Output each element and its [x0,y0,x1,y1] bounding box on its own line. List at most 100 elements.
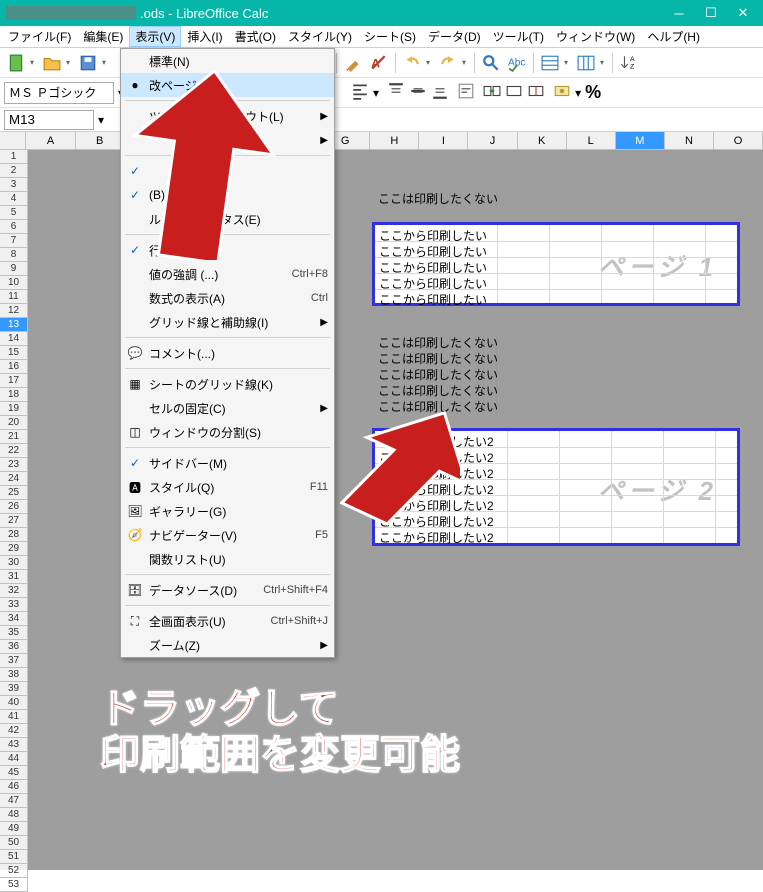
menu-format[interactable]: 書式(O) [229,26,282,47]
menu-item[interactable]: グリッド線と補助線(I)▶ [121,310,334,334]
row-hdr[interactable]: 14 [0,332,28,346]
row-hdr[interactable]: 26 [0,500,28,514]
row-hdr[interactable]: 3 [0,178,28,192]
menu-style[interactable]: スタイル(Y) [282,26,358,47]
new-doc-icon[interactable] [4,51,28,75]
row-hdr[interactable]: 45 [0,766,28,780]
col-hdr[interactable]: A [26,132,75,150]
row-hdr[interactable]: 38 [0,668,28,682]
row-hdr[interactable]: 5 [0,206,28,220]
row-hdr[interactable]: 31 [0,570,28,584]
row-hdr[interactable]: 47 [0,794,28,808]
row-hdr[interactable]: 25 [0,486,28,500]
row-hdr[interactable]: 19 [0,402,28,416]
align-left-icon[interactable] [351,82,369,103]
name-box[interactable] [4,110,94,130]
menu-sheet[interactable]: シート(S) [358,26,422,47]
row-hdr[interactable]: 50 [0,836,28,850]
row-hdr[interactable]: 29 [0,542,28,556]
row-hdr[interactable]: 13 [0,318,28,332]
col-icon[interactable] [574,51,598,75]
menu-item[interactable]: 🗄データソース(D)Ctrl+Shift+F4 [121,578,334,602]
col-hdr[interactable]: B [76,132,125,150]
menu-item[interactable]: セルの固定(C)▶ [121,396,334,420]
print-range-1[interactable]: ページ 1 ここから印刷したいここから印刷したいここから印刷したいここから印刷し… [372,222,740,306]
row-hdr[interactable]: 37 [0,654,28,668]
menu-view[interactable]: 表示(V) [129,26,181,47]
find-icon[interactable] [479,51,503,75]
col-hdr[interactable]: I [419,132,468,150]
col-hdr[interactable]: O [714,132,763,150]
row-hdr[interactable]: 36 [0,640,28,654]
col-hdr[interactable]: L [567,132,616,150]
spellcheck-icon[interactable]: Abc [505,51,529,75]
row-hdr[interactable]: 12 [0,304,28,318]
row-hdr[interactable]: 53 [0,878,28,892]
menu-item[interactable]: ⛶全画面表示(U)Ctrl+Shift+J [121,609,334,633]
menu-item[interactable]: 🅰スタイル(Q)F11 [121,475,334,499]
redo-icon[interactable] [436,51,460,75]
sort-asc-icon[interactable]: AZ [617,51,641,75]
valign-bot-icon[interactable] [431,82,449,103]
row-hdr[interactable]: 52 [0,864,28,878]
menu-item[interactable]: 関数リスト(U) [121,547,334,571]
merge-icon[interactable] [483,82,501,103]
wrap-icon[interactable] [457,82,475,103]
row-hdr[interactable]: 28 [0,528,28,542]
split-icon[interactable] [527,82,545,103]
row-hdr[interactable]: 18 [0,388,28,402]
menu-insert[interactable]: 挿入(I) [181,26,228,47]
row-hdr[interactable]: 32 [0,584,28,598]
menu-item[interactable]: 値の強調 (...)Ctrl+F8 [121,262,334,286]
row-hdr[interactable]: 6 [0,220,28,234]
menu-item[interactable]: 💬コメント(...) [121,341,334,365]
row-hdr[interactable]: 43 [0,738,28,752]
select-all-corner[interactable] [0,132,26,150]
menu-edit[interactable]: 編集(E) [77,26,129,47]
row-hdr[interactable]: 33 [0,598,28,612]
currency-icon[interactable] [553,82,571,103]
unmerge-icon[interactable] [505,82,523,103]
minimize-button[interactable]: ─ [665,4,693,22]
col-hdr[interactable]: J [468,132,517,150]
row-hdr[interactable]: 51 [0,850,28,864]
row-hdr[interactable]: 40 [0,696,28,710]
row-hdr[interactable]: 42 [0,724,28,738]
menu-item[interactable]: 🖼ギャラリー(G) [121,499,334,523]
row-hdr[interactable]: 11 [0,290,28,304]
row-hdr[interactable]: 39 [0,682,28,696]
save-icon[interactable] [76,51,100,75]
col-hdr[interactable]: M [616,132,665,150]
row-hdr[interactable]: 2 [0,164,28,178]
row-hdr[interactable]: 46 [0,780,28,794]
col-hdr[interactable]: H [370,132,419,150]
col-hdr[interactable]: K [518,132,567,150]
row-hdr[interactable]: 30 [0,556,28,570]
menu-help[interactable]: ヘルプ(H) [641,26,706,47]
maximize-button[interactable]: ☐ [697,4,725,22]
row-hdr[interactable]: 34 [0,612,28,626]
menu-file[interactable]: ファイル(F) [2,26,77,47]
row-hdr[interactable]: 9 [0,262,28,276]
menu-window[interactable]: ウィンドウ(W) [550,26,641,47]
row-hdr[interactable]: 21 [0,430,28,444]
row-hdr[interactable]: 23 [0,458,28,472]
row-hdr[interactable]: 16 [0,360,28,374]
row-hdr[interactable]: 1 [0,150,28,164]
row-hdr[interactable]: 15 [0,346,28,360]
row-hdr[interactable]: 22 [0,444,28,458]
font-name-input[interactable] [4,82,114,104]
menu-item[interactable]: ◫ウィンドウの分割(S) [121,420,334,444]
row-icon[interactable] [538,51,562,75]
open-icon[interactable] [40,51,64,75]
close-button[interactable]: ✕ [729,4,757,22]
row-hdr[interactable]: 7 [0,234,28,248]
menu-item[interactable]: 数式の表示(A)Ctrl [121,286,334,310]
row-hdr[interactable]: 24 [0,472,28,486]
menu-item[interactable]: 🧭ナビゲーター(V)F5 [121,523,334,547]
valign-top-icon[interactable] [387,82,405,103]
row-hdr[interactable]: 8 [0,248,28,262]
menu-tools[interactable]: ツール(T) [487,26,550,47]
row-hdr[interactable]: 44 [0,752,28,766]
row-hdr[interactable]: 27 [0,514,28,528]
